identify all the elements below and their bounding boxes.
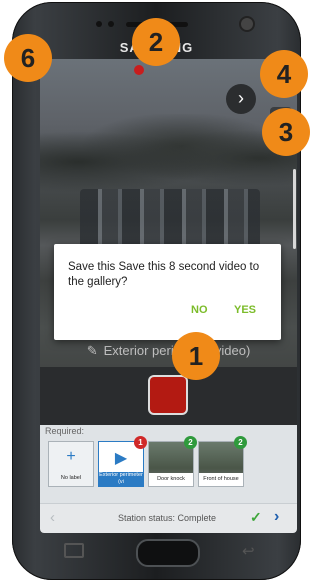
required-item-label: No label [60,475,82,481]
required-item-label: Front of house [199,473,243,486]
required-item-exterior[interactable]: ▶ Exterior perimeter (vi 1 [98,436,147,487]
home-button[interactable] [136,539,200,567]
count-badge: 2 [234,436,247,449]
required-label: Required: [45,426,85,436]
chevron-right-nav-icon[interactable]: › [274,508,279,526]
yes-button[interactable]: YES [234,304,256,316]
callout-marker-2: 2 [132,18,180,66]
count-badge: 1 [134,436,147,449]
plus-icon: + [66,448,76,465]
dialog-message: Save this Save this 8 second video to th… [68,261,260,288]
required-item-label: Exterior perimeter (vi [99,472,143,486]
required-item-label: Door knock [149,473,193,486]
preview-trees [40,114,297,194]
recording-indicator [134,65,144,75]
callout-marker-1: 1 [172,332,220,380]
play-icon: ▶ [114,450,128,467]
record-bar [40,367,297,425]
chevron-left-icon[interactable]: ‹ [50,509,55,526]
chevron-right-icon[interactable]: › [226,84,256,114]
save-dialog: Save this Save this 8 second video to th… [54,244,281,340]
proximity-sensor [96,21,102,27]
video-caption[interactable]: ✎Exterior perimeter (video) [40,343,297,359]
callout-marker-6: 6 [4,34,52,82]
required-item-front-of-house[interactable]: Front of house 2 [198,436,247,487]
scrollbar[interactable] [293,169,296,249]
recent-apps-key[interactable] [64,543,84,558]
callout-marker-3: 3 [262,108,310,156]
light-sensor [108,21,114,27]
back-key-icon[interactable]: ↩ [242,542,255,560]
no-button[interactable]: NO [191,304,208,316]
required-item-door-knock[interactable]: Door knock 2 [148,436,197,487]
callout-marker-4: 4 [260,50,308,98]
preview-parking-lot [80,189,260,249]
required-item-no-label[interactable]: + No label [48,441,94,487]
camera-preview: › ✎Exterior perimeter (video) Save this … [40,59,297,417]
app-screen: › ✎Exterior perimeter (video) Save this … [40,59,297,533]
station-status-text: Station status: Complete [118,513,217,523]
required-panel: Required: + No label ▶ Exterior perimete… [40,425,297,503]
check-icon: ✓ [250,509,262,525]
record-button[interactable] [150,377,186,413]
station-status-bar: ‹ Station status: Complete ✓ › [40,503,297,533]
pencil-icon: ✎ [86,343,98,358]
front-camera [241,18,253,30]
phone-frame: SAMSUNG › ✎Exterior perimeter (video) Sa… [12,2,301,580]
count-badge: 2 [184,436,197,449]
